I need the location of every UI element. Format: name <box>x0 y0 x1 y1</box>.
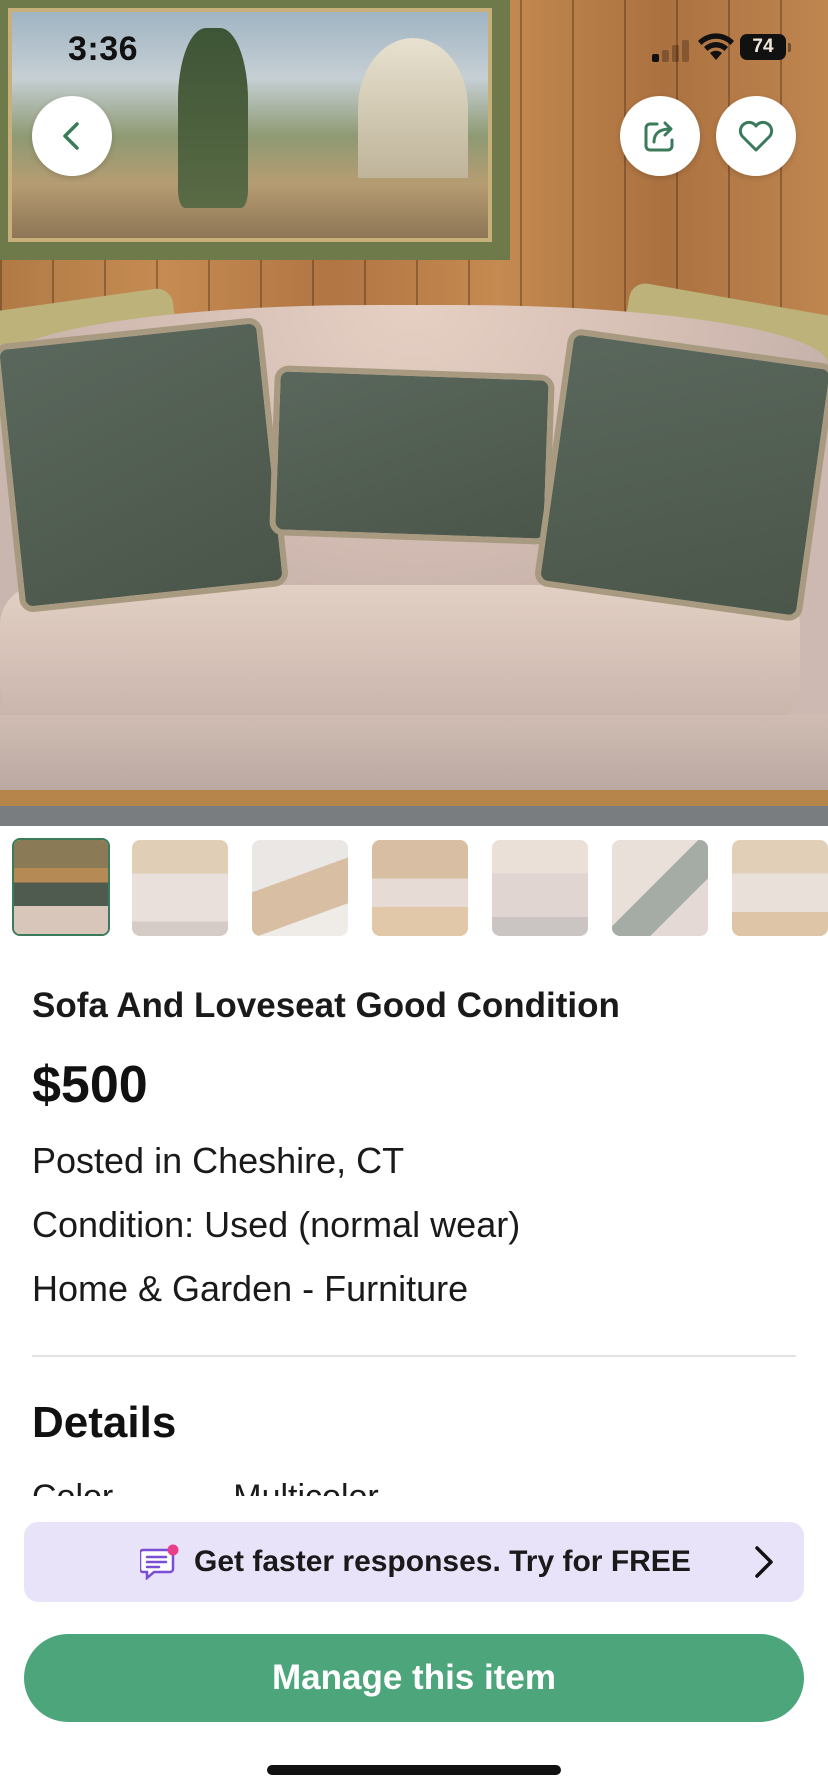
thumbnail-image <box>132 840 228 936</box>
floor <box>0 806 828 826</box>
section-divider <box>32 1355 796 1357</box>
thumbnail-image <box>14 840 108 934</box>
listing-condition: Condition: Used (normal wear) <box>32 1204 521 1245</box>
listing-title: Sofa And Loveseat Good Condition <box>32 986 620 1025</box>
sofa-base <box>0 715 828 795</box>
sofa-wood-trim <box>0 790 828 806</box>
battery-icon: 74 <box>740 34 791 60</box>
cellular-signal-icon <box>652 38 692 62</box>
thumbnail-image <box>732 840 828 936</box>
share-icon <box>644 121 674 152</box>
details-row-peek: Color Multicolor <box>32 1478 796 1496</box>
thumbnail-7[interactable] <box>732 840 828 936</box>
listing-photo[interactable] <box>0 0 828 826</box>
back-button[interactable] <box>32 96 112 176</box>
home-indicator[interactable] <box>267 1765 561 1775</box>
chevron-right-icon <box>755 1546 773 1578</box>
manage-item-button[interactable]: Manage this item <box>24 1634 804 1722</box>
promo-text: Get faster responses. Try for FREE <box>194 1545 691 1578</box>
promo-banner[interactable]: Get faster responses. Try for FREE <box>24 1522 804 1602</box>
thumbnail-image <box>612 840 708 936</box>
thumbnail-2[interactable] <box>132 840 228 936</box>
pillow-left <box>0 316 290 614</box>
details-heading: Details <box>32 1398 177 1447</box>
listing-category[interactable]: Home & Garden - Furniture <box>32 1268 468 1310</box>
thumbnail-image <box>492 840 588 936</box>
message-badge-icon <box>140 1544 179 1580</box>
pillow-center <box>269 365 555 545</box>
thumbnail-image <box>372 840 468 936</box>
heart-outline-icon <box>738 120 774 152</box>
pillow-right <box>533 327 828 623</box>
thumbnail-4[interactable] <box>372 840 468 936</box>
listing-price: $500 <box>32 1056 148 1114</box>
thumbnail-strip[interactable] <box>0 838 828 936</box>
details-color-value: Multicolor <box>233 1478 378 1496</box>
thumbnail-1[interactable] <box>12 838 110 936</box>
thumbnail-3[interactable] <box>252 840 348 936</box>
thumbnail-image <box>252 840 348 936</box>
wifi-icon <box>698 33 734 60</box>
status-time: 3:36 <box>68 30 139 68</box>
listing-location: Posted in Cheshire, CT <box>32 1140 405 1181</box>
details-color-label: Color <box>32 1478 113 1496</box>
status-bar: 3:36 74 <box>0 0 828 100</box>
share-button[interactable] <box>620 96 700 176</box>
chevron-left-icon <box>63 122 79 150</box>
thumbnail-5[interactable] <box>492 840 588 936</box>
sofa-seat-cushion <box>0 585 800 725</box>
thumbnail-6[interactable] <box>612 840 708 936</box>
favorite-button[interactable] <box>716 96 796 176</box>
